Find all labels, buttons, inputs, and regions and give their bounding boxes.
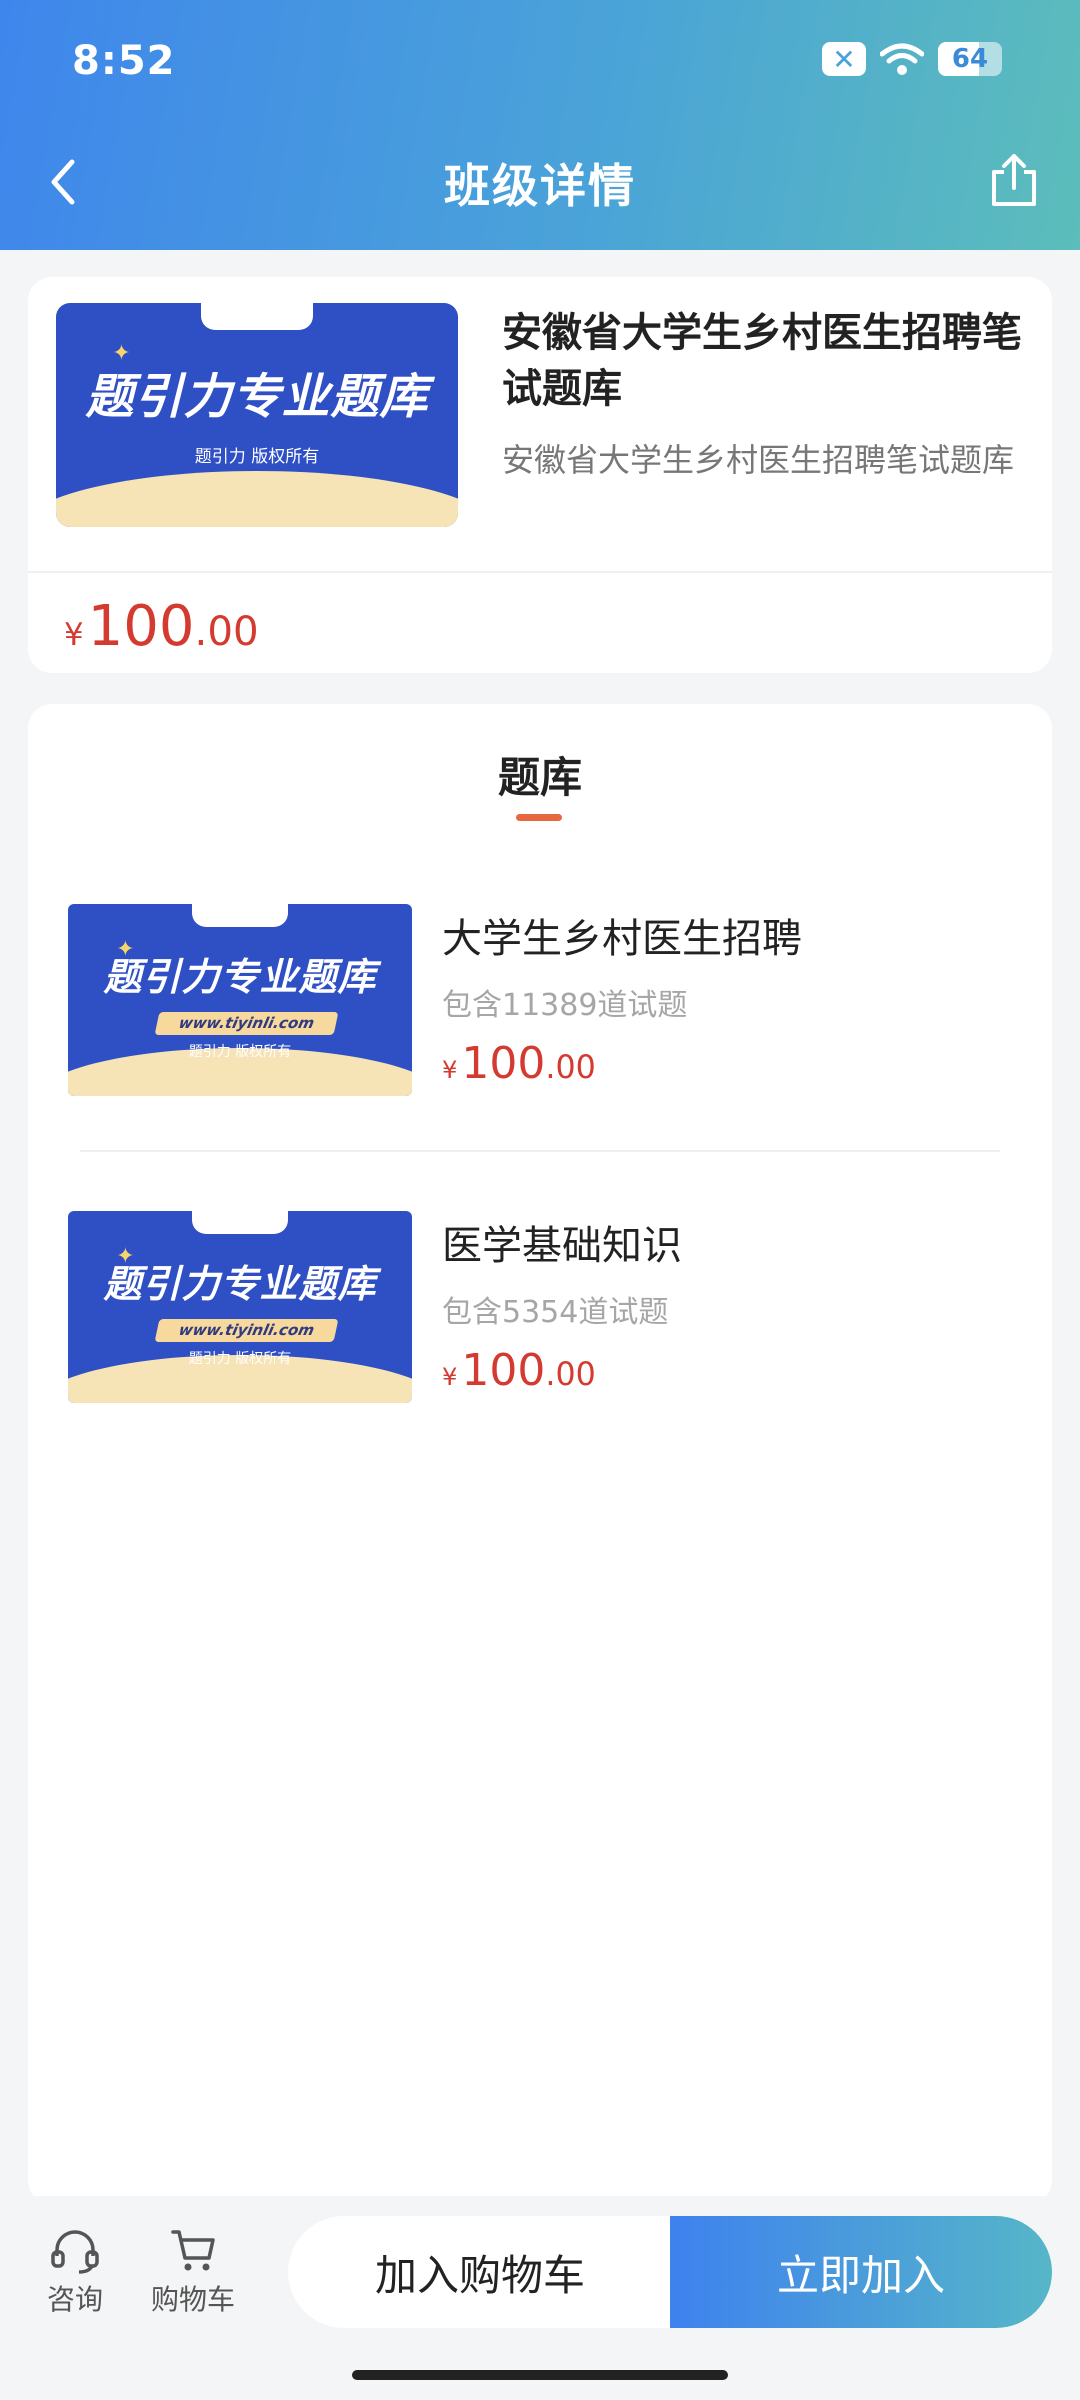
headset-icon bbox=[51, 2230, 99, 2274]
section-title: 题库 bbox=[497, 753, 582, 802]
consult-button[interactable]: 咨询 bbox=[20, 2226, 130, 2318]
cover-copyright: 题引力 版权所有 bbox=[194, 446, 320, 467]
consult-label: 咨询 bbox=[46, 2283, 103, 2316]
cover-title: 题引力专业题库 bbox=[103, 1262, 377, 1307]
price-integer: 100 bbox=[461, 1038, 546, 1089]
price-decimal: .00 bbox=[545, 1357, 596, 1393]
course-card: ✦ 题引力专业题库 题引力 版权所有 安徽省大学生乡村医生招聘笔试题库 安徽省大… bbox=[28, 277, 1052, 673]
section-underline bbox=[516, 814, 562, 821]
cover-copyright: 题引力 版权所有 bbox=[188, 1044, 292, 1061]
library-item[interactable]: ✦ 题引力专业题库 www.tiyinli.com 题引力 版权所有 大学生乡村… bbox=[28, 904, 1052, 1164]
library-question-count: 包含5354道试题 bbox=[442, 1295, 669, 1330]
share-icon[interactable] bbox=[986, 150, 1042, 210]
price-decimal: .00 bbox=[194, 608, 259, 655]
course-title: 安徽省大学生乡村医生招聘笔试题库 bbox=[502, 310, 1022, 412]
library-price: ¥100.00 bbox=[442, 1034, 596, 1100]
cover-title: 题引力专业题库 bbox=[103, 955, 377, 1000]
cover-logo-tab bbox=[191, 904, 289, 928]
cover-logo-tab bbox=[191, 1211, 289, 1235]
cart-button[interactable]: 购物车 bbox=[138, 2226, 248, 2318]
no-sim-icon: ✕ bbox=[822, 42, 866, 76]
cover-logo-tab bbox=[200, 303, 314, 330]
cover-url: www.tiyinli.com bbox=[154, 1011, 339, 1035]
library-item[interactable]: ✦ 题引力专业题库 www.tiyinli.com 题引力 版权所有 医学基础知… bbox=[28, 1211, 1052, 1471]
cart-icon bbox=[171, 2230, 215, 2271]
bottom-action-bar: 咨询 购物车 加入购物车 立即加入 bbox=[0, 2196, 1080, 2346]
status-icons: ✕ 64 bbox=[822, 42, 1002, 76]
home-indicator[interactable] bbox=[352, 2370, 728, 2380]
add-to-cart-button[interactable]: 加入购物车 bbox=[288, 2216, 672, 2328]
cover-url: www.tiyinli.com bbox=[154, 1318, 339, 1342]
battery-icon: 64 bbox=[938, 42, 1002, 76]
course-subtitle: 安徽省大学生乡村医生招聘笔试题库 bbox=[502, 441, 1015, 479]
price-integer: 100 bbox=[461, 1345, 546, 1396]
price-decimal: .00 bbox=[545, 1050, 596, 1086]
price-currency: ¥ bbox=[442, 1056, 458, 1084]
cover-wave bbox=[56, 471, 458, 527]
header: 8:52 ✕ 64 班级详情 bbox=[0, 0, 1080, 250]
divider bbox=[28, 571, 1052, 573]
status-time: 8:52 bbox=[72, 38, 176, 84]
library-name: 医学基础知识 bbox=[442, 1223, 682, 1269]
library-cover-image: ✦ 题引力专业题库 www.tiyinli.com 题引力 版权所有 bbox=[68, 1211, 412, 1403]
divider bbox=[80, 1150, 1000, 1152]
course-cover-image: ✦ 题引力专业题库 题引力 版权所有 bbox=[56, 303, 458, 527]
cart-label: 购物车 bbox=[150, 2283, 235, 2316]
library-price: ¥100.00 bbox=[442, 1341, 596, 1407]
library-card: 题库 ✦ 题引力专业题库 www.tiyinli.com 题引力 版权所有 大学… bbox=[28, 704, 1052, 2204]
price-currency: ¥ bbox=[64, 617, 84, 653]
price-currency: ¥ bbox=[442, 1363, 458, 1391]
cover-copyright: 题引力 版权所有 bbox=[188, 1351, 292, 1368]
battery-level: 64 bbox=[951, 44, 989, 74]
wifi-icon bbox=[880, 43, 924, 75]
library-cover-image: ✦ 题引力专业题库 www.tiyinli.com 题引力 版权所有 bbox=[68, 904, 412, 1096]
library-name: 大学生乡村医生招聘 bbox=[442, 916, 802, 962]
price-integer: 100 bbox=[87, 594, 195, 659]
join-now-button[interactable]: 立即加入 bbox=[670, 2216, 1052, 2328]
course-price: ¥100.00 bbox=[64, 577, 259, 685]
cover-title: 题引力专业题库 bbox=[85, 368, 429, 425]
page-title: 班级详情 bbox=[444, 159, 636, 213]
library-question-count: 包含11389道试题 bbox=[442, 988, 688, 1023]
